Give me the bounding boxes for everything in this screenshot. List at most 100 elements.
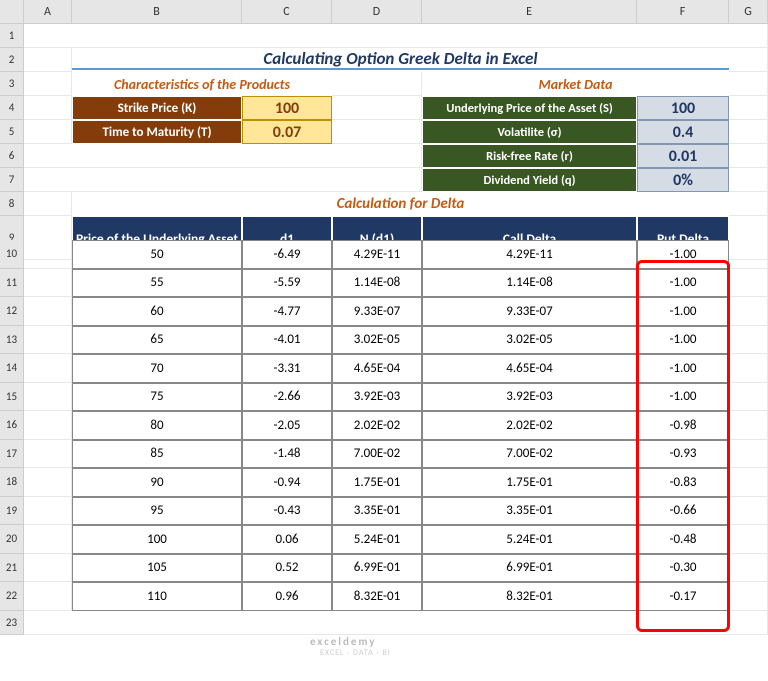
cell-call-delta[interactable]: 3.92E-03: [422, 383, 637, 412]
cell-price[interactable]: 85: [72, 440, 242, 469]
row-header[interactable]: 17: [0, 440, 24, 469]
cell[interactable]: [729, 120, 768, 144]
cell-price[interactable]: 95: [72, 497, 242, 526]
cell[interactable]: [332, 72, 422, 96]
cell[interactable]: [24, 582, 72, 611]
cell-price[interactable]: 65: [72, 326, 242, 355]
row-header-8[interactable]: 8: [0, 192, 24, 216]
cell-d1[interactable]: -2.05: [242, 411, 332, 440]
row-header-5[interactable]: 5: [0, 120, 24, 144]
row-header[interactable]: 20: [0, 525, 24, 554]
cell[interactable]: [24, 497, 72, 526]
cell-d1[interactable]: 0.96: [242, 582, 332, 611]
dividend-yield-value[interactable]: 0%: [637, 168, 729, 192]
cell[interactable]: [729, 144, 768, 168]
cell-d1[interactable]: -1.48: [242, 440, 332, 469]
cell[interactable]: [729, 192, 768, 216]
cell-call-delta[interactable]: 7.00E-02: [422, 440, 637, 469]
cell-nd1[interactable]: 4.65E-04: [332, 354, 422, 383]
cell[interactable]: [729, 554, 768, 583]
row-header-1[interactable]: 1: [0, 24, 24, 48]
cell-call-delta[interactable]: 2.02E-02: [422, 411, 637, 440]
cell-put-delta[interactable]: -1.00: [637, 240, 729, 269]
col-header-D[interactable]: D: [332, 0, 422, 24]
row-header[interactable]: 11: [0, 269, 24, 298]
cell[interactable]: [729, 497, 768, 526]
cell-call-delta[interactable]: 1.14E-08: [422, 269, 637, 298]
cell[interactable]: [24, 440, 72, 469]
cell-d1[interactable]: -4.77: [242, 297, 332, 326]
cell-put-delta[interactable]: -1.00: [637, 297, 729, 326]
cell-nd1[interactable]: 2.02E-02: [332, 411, 422, 440]
cell[interactable]: [24, 468, 72, 497]
cell-nd1[interactable]: 1.14E-08: [332, 269, 422, 298]
cell-put-delta[interactable]: -0.17: [637, 582, 729, 611]
row-header[interactable]: 14: [0, 354, 24, 383]
row-header-2[interactable]: 2: [0, 48, 24, 72]
cell[interactable]: [729, 269, 768, 298]
cell[interactable]: [332, 120, 422, 144]
cell-price[interactable]: 75: [72, 383, 242, 412]
cell-nd1[interactable]: 5.24E-01: [332, 525, 422, 554]
cell[interactable]: [24, 168, 422, 192]
corner-cell[interactable]: [0, 0, 24, 24]
cell-nd1[interactable]: 7.00E-02: [332, 440, 422, 469]
cell-nd1[interactable]: 9.33E-07: [332, 297, 422, 326]
cell-put-delta[interactable]: -1.00: [637, 354, 729, 383]
cell-nd1[interactable]: 8.32E-01: [332, 582, 422, 611]
cell-nd1[interactable]: 3.35E-01: [332, 497, 422, 526]
cell[interactable]: [729, 326, 768, 355]
cell-price[interactable]: 55: [72, 269, 242, 298]
cell-put-delta[interactable]: -0.30: [637, 554, 729, 583]
cell-nd1[interactable]: 6.99E-01: [332, 554, 422, 583]
cell-price[interactable]: 105: [72, 554, 242, 583]
row-header-7[interactable]: 7: [0, 168, 24, 192]
cell-d1[interactable]: -4.01: [242, 326, 332, 355]
strike-price-value[interactable]: 100: [242, 96, 332, 120]
cell-put-delta[interactable]: -1.00: [637, 269, 729, 298]
cell-call-delta[interactable]: 8.32E-01: [422, 582, 637, 611]
cell-nd1[interactable]: 3.92E-03: [332, 383, 422, 412]
row-header[interactable]: 19: [0, 497, 24, 526]
cell-call-delta[interactable]: 9.33E-07: [422, 297, 637, 326]
cell[interactable]: [729, 72, 768, 96]
cell-d1[interactable]: -3.31: [242, 354, 332, 383]
row-header[interactable]: 22: [0, 582, 24, 611]
col-header-E[interactable]: E: [422, 0, 637, 24]
cell[interactable]: [24, 192, 72, 216]
col-header-B[interactable]: B: [72, 0, 242, 24]
cell-call-delta[interactable]: 1.75E-01: [422, 468, 637, 497]
cell-nd1[interactable]: 1.75E-01: [332, 468, 422, 497]
row-header[interactable]: 16: [0, 411, 24, 440]
cell-put-delta[interactable]: -0.98: [637, 411, 729, 440]
cell[interactable]: [24, 269, 72, 298]
cell-call-delta[interactable]: 3.35E-01: [422, 497, 637, 526]
cell-call-delta[interactable]: 5.24E-01: [422, 525, 637, 554]
col-header-G[interactable]: G: [729, 0, 768, 24]
cell[interactable]: [729, 354, 768, 383]
cell[interactable]: [24, 48, 72, 72]
cell-d1[interactable]: -0.43: [242, 497, 332, 526]
cell[interactable]: [729, 525, 768, 554]
cell[interactable]: [332, 96, 422, 120]
cell[interactable]: [24, 72, 72, 96]
cell[interactable]: [729, 96, 768, 120]
cell[interactable]: [24, 326, 72, 355]
cell[interactable]: [729, 468, 768, 497]
cell[interactable]: [24, 24, 768, 48]
cell-price[interactable]: 100: [72, 525, 242, 554]
col-header-F[interactable]: F: [637, 0, 729, 24]
cell-put-delta[interactable]: -0.48: [637, 525, 729, 554]
row-header[interactable]: 15: [0, 383, 24, 412]
row-header-23[interactable]: 23: [0, 611, 24, 635]
row-header-6[interactable]: 6: [0, 144, 24, 168]
cell-price[interactable]: 50: [72, 240, 242, 269]
cell-d1[interactable]: 0.06: [242, 525, 332, 554]
cell-put-delta[interactable]: -0.66: [637, 497, 729, 526]
cell[interactable]: [24, 240, 72, 269]
cell[interactable]: [24, 144, 422, 168]
cell[interactable]: [729, 297, 768, 326]
cell[interactable]: [729, 48, 768, 72]
cell-d1[interactable]: -0.94: [242, 468, 332, 497]
cell-call-delta[interactable]: 6.99E-01: [422, 554, 637, 583]
